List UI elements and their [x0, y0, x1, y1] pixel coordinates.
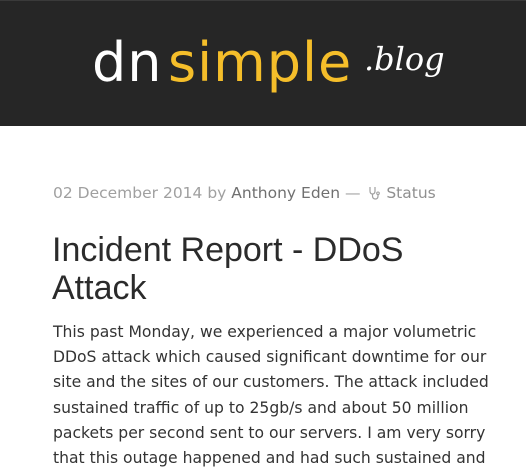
post-author-link[interactable]: Anthony Eden — [231, 184, 340, 202]
post-title-line: Attack — [52, 269, 147, 307]
site-header: dn simple .blog — [0, 0, 526, 126]
post-title[interactable]: Incident Report - DDoS Attack — [52, 231, 502, 307]
post-body-line: sustained traffic of up to 25gb/s and ab… — [53, 398, 469, 417]
stethoscope-icon — [369, 187, 381, 200]
post-category-link[interactable]: Status — [365, 184, 436, 202]
post-body-line: DDoS attack which caused significant dow… — [53, 348, 487, 367]
post-body: This past Monday, we experienced a major… — [53, 320, 493, 471]
post-date: 02 December 2014 — [53, 184, 203, 202]
post-body-line: site and the sites of our customers. The… — [53, 373, 489, 392]
post-title-line: Incident Report - DDoS — [52, 231, 404, 269]
post-body-line: packets per second sent to our servers. … — [53, 423, 486, 442]
logo-blog-text: .blog — [364, 40, 445, 78]
meta-separator: — — [344, 184, 361, 202]
logo-dn-text: dn — [92, 31, 163, 94]
post-body-line: that this outage happened and had such s… — [53, 449, 486, 468]
post-body-line: This past Monday, we experienced a major… — [53, 323, 477, 341]
logo-simple-text: simple — [168, 31, 353, 94]
post-category-label: Status — [386, 184, 436, 202]
post-by-label: by — [207, 184, 227, 202]
post-meta: 02 December 2014 by Anthony Eden — Statu… — [53, 183, 436, 203]
